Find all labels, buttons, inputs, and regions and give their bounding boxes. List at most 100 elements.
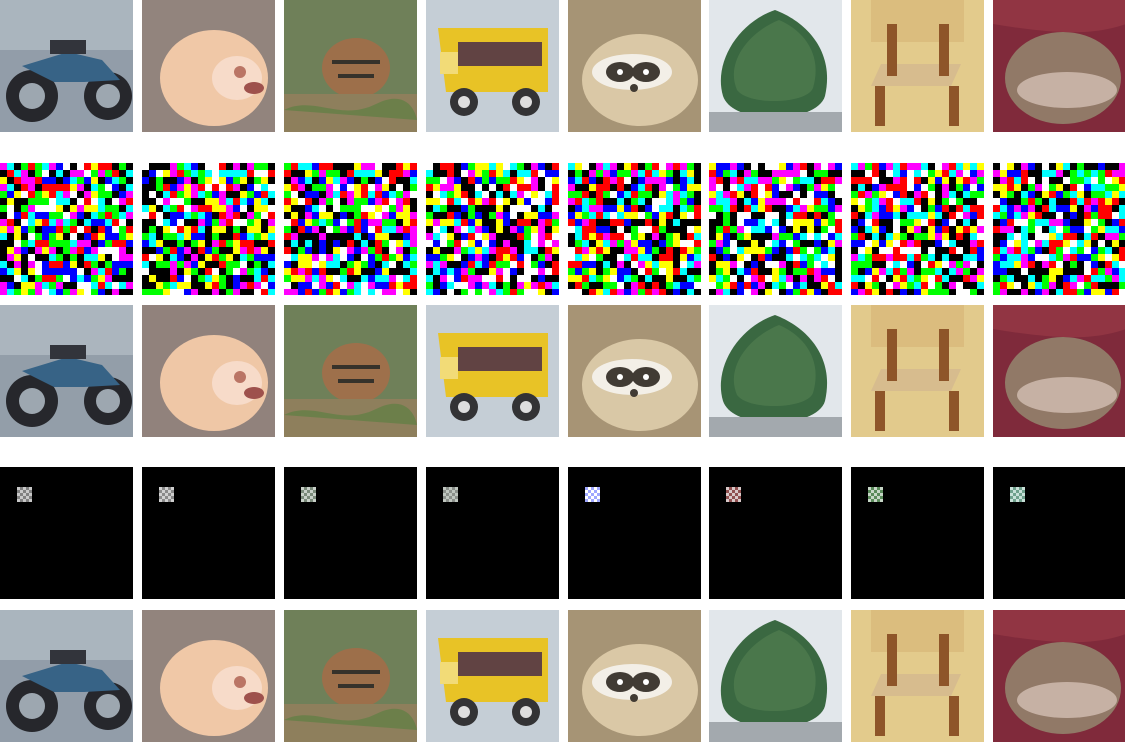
patch-icon: [142, 467, 275, 599]
tile-canvas: [709, 467, 842, 599]
image-tile-chair: [851, 0, 984, 132]
noise-tile-noise-5: [568, 163, 701, 295]
motorcycle-icon: [0, 610, 133, 742]
noise-pattern-icon: [0, 163, 133, 295]
noise-pattern-icon: [142, 163, 275, 295]
image-tile-tree: [709, 610, 842, 742]
image-tile-tiger: [284, 0, 417, 132]
image-tile-hedgehog: [993, 305, 1125, 437]
tile-canvas: [709, 305, 842, 437]
patch-icon: [851, 467, 984, 599]
tiger-icon: [284, 0, 417, 132]
trigger-patch-icon: [159, 487, 174, 502]
noise-tile-noise-2: [142, 163, 275, 295]
raccoon-icon: [568, 610, 701, 742]
hamster-icon: [142, 610, 275, 742]
patch-icon: [709, 467, 842, 599]
tile-canvas: [0, 163, 133, 295]
image-tile-motorcycle: [0, 610, 133, 742]
image-tile-school-bus: [426, 0, 559, 132]
chair-icon: [851, 0, 984, 132]
trigger-patch-icon: [868, 487, 883, 502]
hamster-icon: [142, 305, 275, 437]
image-tile-tree: [709, 0, 842, 132]
trigger-patch-icon: [1010, 487, 1025, 502]
tile-canvas: [426, 163, 559, 295]
tile-canvas: [993, 467, 1125, 599]
image-tile-tiger: [284, 610, 417, 742]
tile-canvas: [426, 0, 559, 132]
tile-canvas: [284, 610, 417, 742]
noise-pattern-icon: [709, 163, 842, 295]
black-tile-patch-5: [568, 467, 701, 599]
black-tile-patch-2: [142, 467, 275, 599]
tile-canvas: [142, 163, 275, 295]
tile-canvas: [284, 305, 417, 437]
tile-canvas: [851, 467, 984, 599]
trigger-patch-icon: [585, 487, 600, 502]
hedgehog-icon: [993, 610, 1125, 742]
black-tile-patch-8: [993, 467, 1125, 599]
tile-canvas: [426, 305, 559, 437]
black-tile-patch-6: [709, 467, 842, 599]
patch-icon: [0, 467, 133, 599]
image-tile-tree: [709, 305, 842, 437]
chair-icon: [851, 305, 984, 437]
image-tile-motorcycle: [0, 305, 133, 437]
tile-canvas: [993, 610, 1125, 742]
patch-icon: [568, 467, 701, 599]
image-tile-hamster: [142, 305, 275, 437]
motorcycle-icon: [0, 0, 133, 132]
black-tile-patch-1: [0, 467, 133, 599]
tile-canvas: [284, 0, 417, 132]
image-tile-raccoon: [568, 0, 701, 132]
raccoon-icon: [568, 305, 701, 437]
tiger-icon: [284, 305, 417, 437]
bus-icon: [426, 0, 559, 132]
tree-icon: [709, 0, 842, 132]
tile-canvas: [142, 610, 275, 742]
noise-pattern-icon: [851, 163, 984, 295]
raccoon-icon: [568, 0, 701, 132]
image-tile-hedgehog: [993, 610, 1125, 742]
hedgehog-icon: [993, 305, 1125, 437]
image-tile-motorcycle: [0, 0, 133, 132]
tile-canvas: [142, 305, 275, 437]
hamster-icon: [142, 0, 275, 132]
image-tile-school-bus: [426, 610, 559, 742]
black-tile-patch-7: [851, 467, 984, 599]
tile-canvas: [284, 163, 417, 295]
trigger-patch-icon: [301, 487, 316, 502]
tile-canvas: [993, 0, 1125, 132]
noise-pattern-icon: [426, 163, 559, 295]
tile-canvas: [568, 467, 701, 599]
noise-pattern-icon: [284, 163, 417, 295]
tile-canvas: [0, 467, 133, 599]
tile-canvas: [709, 610, 842, 742]
tile-canvas: [568, 163, 701, 295]
bus-icon: [426, 610, 559, 742]
tile-canvas: [851, 163, 984, 295]
image-grid: [0, 0, 1125, 742]
tile-canvas: [993, 305, 1125, 437]
trigger-patch-icon: [443, 487, 458, 502]
tile-canvas: [142, 467, 275, 599]
tile-canvas: [568, 610, 701, 742]
tile-canvas: [0, 0, 133, 132]
image-tile-raccoon: [568, 610, 701, 742]
noise-tile-noise-1: [0, 163, 133, 295]
tile-canvas: [568, 305, 701, 437]
chair-icon: [851, 610, 984, 742]
tree-icon: [709, 305, 842, 437]
trigger-patch-icon: [17, 487, 32, 502]
bus-icon: [426, 305, 559, 437]
tile-canvas: [851, 305, 984, 437]
tile-canvas: [993, 163, 1125, 295]
black-tile-patch-4: [426, 467, 559, 599]
tree-icon: [709, 610, 842, 742]
patch-icon: [426, 467, 559, 599]
noise-pattern-icon: [568, 163, 701, 295]
image-tile-chair: [851, 305, 984, 437]
noise-tile-noise-4: [426, 163, 559, 295]
noise-tile-noise-6: [709, 163, 842, 295]
